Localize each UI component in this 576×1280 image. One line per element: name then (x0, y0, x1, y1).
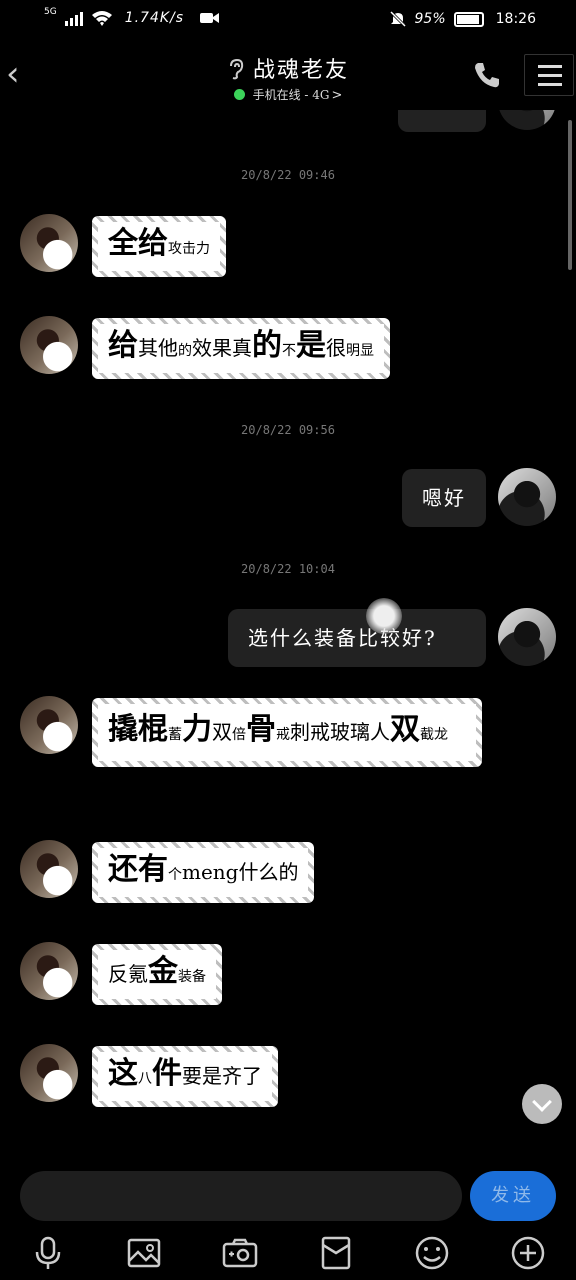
message-text-segment: 攻击力 (168, 241, 210, 257)
message-text-segment: 全 (108, 226, 138, 261)
avatar-friend[interactable] (20, 840, 78, 898)
signal-icon (64, 10, 83, 26)
message-text-segment: 倍 (232, 727, 246, 743)
send-button[interactable]: 发送 (470, 1171, 556, 1221)
avatar-friend[interactable] (20, 316, 78, 374)
avatar-friend[interactable] (20, 1044, 78, 1102)
input-bar: 发送 (0, 1165, 576, 1225)
avatar-self[interactable] (498, 608, 556, 666)
image-button[interactable] (124, 1233, 164, 1273)
message-text-segment: 给 (108, 328, 138, 363)
plus-button[interactable] (508, 1233, 548, 1273)
message-text-segment: 还 (108, 852, 138, 887)
timestamp: 20/8/22 09:56 (241, 423, 335, 437)
message-input[interactable] (20, 1171, 462, 1221)
message-bubble-in[interactable]: 撬棍蓄力双倍骨戒刺戒玻璃人双截龙 (92, 698, 482, 767)
avatar-friend[interactable] (20, 214, 78, 272)
camera-icon (222, 1238, 258, 1268)
camera-button[interactable] (220, 1233, 260, 1273)
message-text-segment: 很 (326, 336, 346, 360)
wifi-icon (91, 11, 112, 26)
touch-indicator (366, 598, 402, 634)
status-bar: 5G 1.74K/s 95% 18:26 (0, 0, 576, 40)
message-text-segment: 力 (182, 712, 212, 747)
message-text-segment: 装备 (178, 969, 206, 985)
bottom-toolbar (0, 1225, 576, 1280)
chat-header: ‹ 战魂老友 手机在线 - 4G > (0, 40, 576, 110)
message-bubble-in[interactable]: 这八件要是齐了 (92, 1046, 278, 1107)
message-list[interactable]: 20/8/22 09:46 全给攻击力 给其他的效果真的不是很明显 20/8/2… (0, 110, 576, 1165)
message-bubble-in[interactable]: 反氪金装备 (92, 944, 222, 1005)
message-text-segment: 戒 (276, 727, 290, 743)
phone-call-button[interactable] (472, 60, 502, 90)
message-bubble-out[interactable]: 选什么装备比较好? (228, 609, 486, 667)
message-text-segment: meng什么的 (182, 860, 299, 884)
mic-icon (35, 1236, 61, 1269)
avatar-self[interactable] (498, 110, 556, 130)
message-text-segment: 其他 (138, 336, 178, 360)
message-text-segment: 刺戒玻璃人 (290, 720, 390, 744)
image-icon (127, 1238, 161, 1268)
message-text-segment: 给 (138, 226, 168, 261)
mic-button[interactable] (28, 1233, 68, 1273)
message-text-segment: 不 (282, 343, 296, 359)
avatar-friend[interactable] (20, 696, 78, 754)
timestamp: 20/8/22 10:04 (241, 562, 335, 576)
message-text-segment: 要是齐了 (182, 1064, 262, 1088)
battery-icon (453, 11, 484, 27)
plus-icon (511, 1236, 545, 1270)
message-text-segment: 撬棍 (108, 712, 168, 747)
scrollbar[interactable] (568, 120, 572, 270)
message-text-segment: 反氪 (108, 962, 148, 986)
message-bubble-partial[interactable] (398, 110, 486, 132)
message-text-segment: 蓄 (168, 727, 182, 743)
message-text-segment: 双 (212, 720, 232, 744)
message-text: 嗯好 (422, 486, 466, 510)
timestamp: 20/8/22 09:46 (241, 168, 335, 182)
message-bubble-in[interactable]: 给其他的效果真的不是很明显 (92, 318, 390, 379)
message-text-segment: 件 (152, 1056, 182, 1091)
message-text-segment: 的 (178, 343, 192, 359)
message-text-segment: 金 (148, 954, 178, 989)
chat-title: 战魂老友 (252, 58, 349, 83)
emoji-icon (415, 1236, 449, 1270)
scroll-to-bottom-button[interactable] (522, 1084, 562, 1124)
message-text: 选什么装备比较好? (248, 626, 437, 650)
ear-icon (229, 58, 244, 80)
message-text-segment: 双 (390, 712, 420, 747)
message-text-segment: 八 (138, 1071, 152, 1087)
message-text-segment: 是 (296, 328, 326, 363)
message-text-segment: 有 (138, 852, 168, 887)
emoji-button[interactable] (412, 1233, 452, 1273)
network-label: 5G (44, 7, 57, 17)
mute-bell-icon (389, 10, 406, 28)
message-text-segment: 的 (252, 328, 282, 363)
message-bubble-in[interactable]: 还有个meng什么的 (92, 842, 315, 903)
network-speed: 1.74K/s (124, 10, 185, 26)
online-status-text: 手机在线 - 4G (252, 88, 330, 102)
battery-percent: 95% (414, 11, 446, 27)
message-text-segment: 效果真 (192, 336, 252, 360)
phone-icon (475, 63, 499, 88)
clock: 18:26 (495, 11, 536, 27)
message-text-segment: 明显 (346, 343, 374, 359)
menu-button[interactable] (524, 54, 574, 96)
message-text-segment: 个 (168, 867, 182, 883)
message-text-segment: 截龙 (420, 727, 448, 743)
message-bubble-in[interactable]: 全给攻击力 (92, 216, 226, 277)
message-text-segment: 骨 (246, 712, 276, 747)
message-text-segment: 这 (108, 1056, 138, 1091)
red-packet-icon (321, 1236, 351, 1270)
chevron-right-icon: > (331, 88, 343, 103)
video-icon (200, 13, 220, 23)
message-bubble-out[interactable]: 嗯好 (402, 469, 486, 527)
avatar-friend[interactable] (20, 942, 78, 1000)
avatar-self[interactable] (498, 468, 556, 526)
red-packet-button[interactable] (316, 1233, 356, 1273)
online-dot (233, 89, 245, 100)
